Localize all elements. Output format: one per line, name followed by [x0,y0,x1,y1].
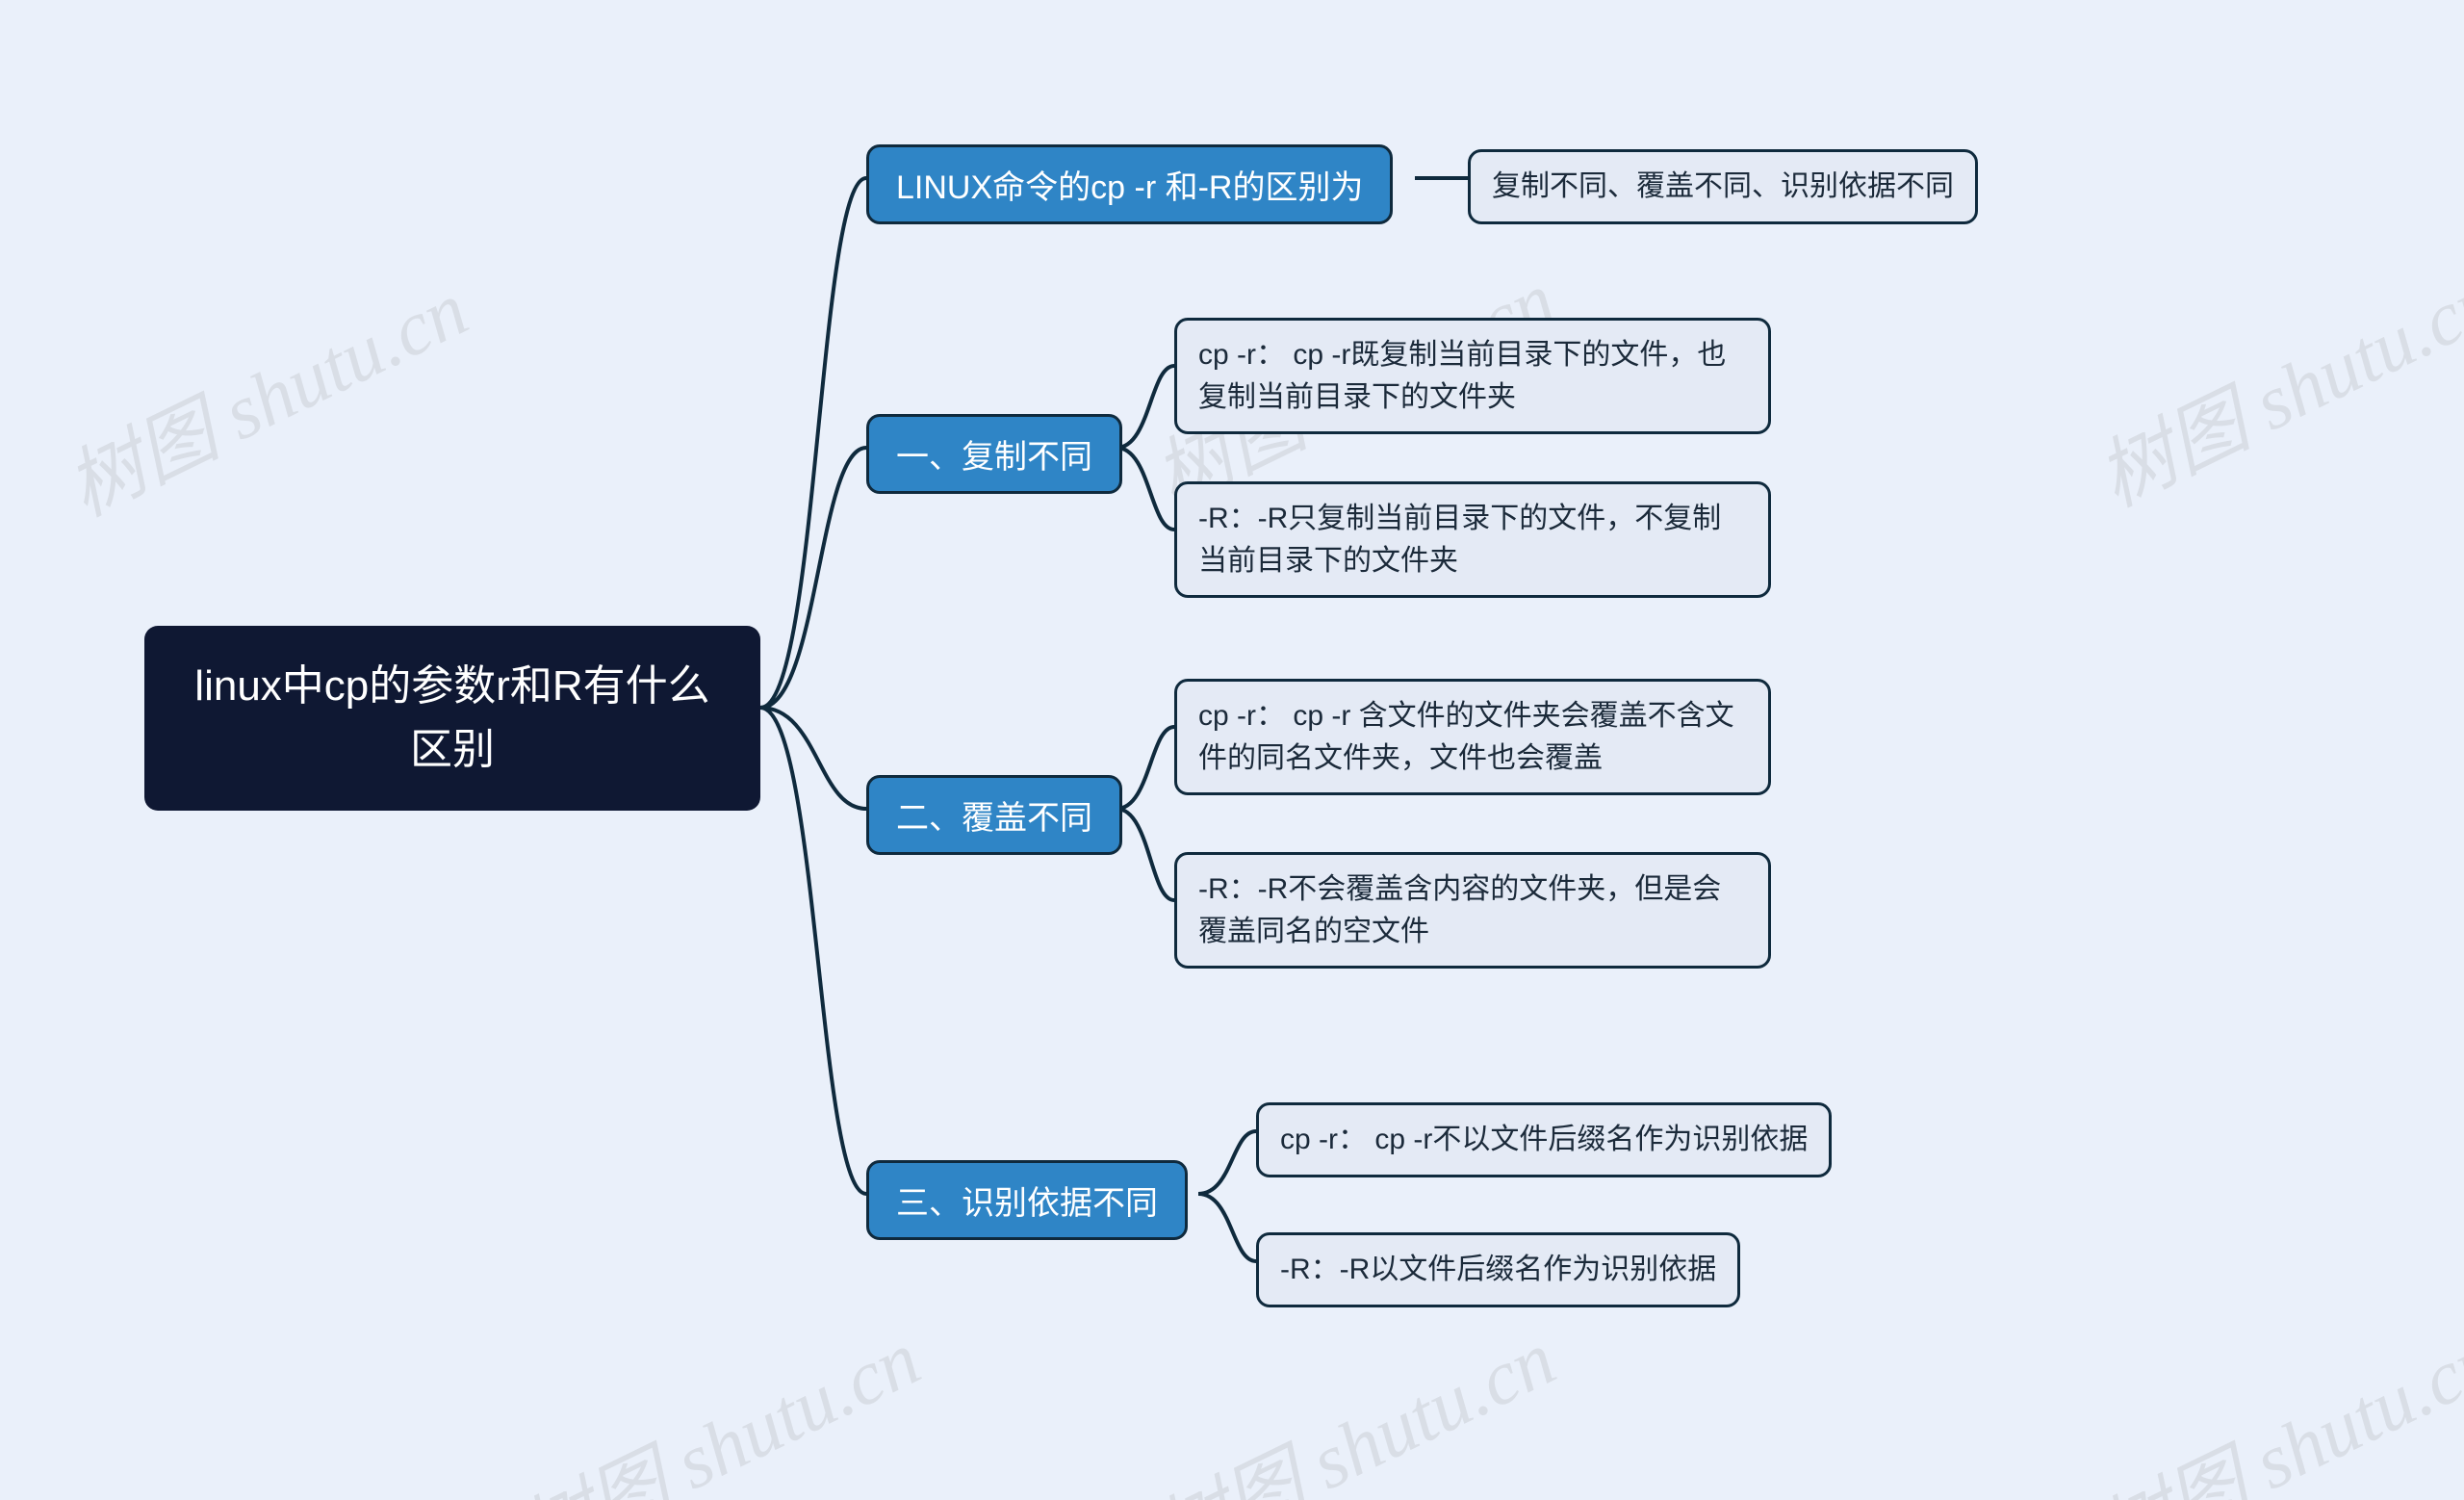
leaf-text: -R：-R以文件后缀名作为识别依据 [1280,1254,1716,1285]
watermark: 树图 shutu.cn [2076,1297,2464,1500]
leaf-text: cp -r： cp -r既复制当前目录下的文件，也复制当前目录下的文件夹 [1198,339,1726,413]
branch-node-1[interactable]: 一、复制不同 [866,414,1122,494]
branch-node-2[interactable]: 二、覆盖不同 [866,775,1122,855]
leaf-node-2-1[interactable]: -R：-R不会覆盖含内容的文件夹，但是会覆盖同名的空文件 [1174,852,1771,969]
leaf-node-3-1[interactable]: -R：-R以文件后缀名作为识别依据 [1256,1232,1740,1307]
leaf-node-1-0[interactable]: cp -r： cp -r既复制当前目录下的文件，也复制当前目录下的文件夹 [1174,318,1771,434]
branch-label: LINUX命令的cp -r 和-R的区别为 [896,169,1363,206]
watermark: 树图 shutu.cn [498,1297,935,1500]
leaf-text: 复制不同、覆盖不同、识别依据不同 [1492,170,1954,202]
branch-label: 一、复制不同 [896,439,1092,476]
branch-node-0[interactable]: LINUX命令的cp -r 和-R的区别为 [866,144,1393,224]
watermark: 树图 shutu.cn [45,247,482,537]
root-title: linux中cp的参数r和R有什么区别 [194,662,709,773]
leaf-node-0-0[interactable]: 复制不同、覆盖不同、识别依据不同 [1468,149,1978,224]
leaf-node-1-1[interactable]: -R：-R只复制当前目录下的文件，不复制当前目录下的文件夹 [1174,481,1771,598]
leaf-node-3-0[interactable]: cp -r： cp -r不以文件后缀名作为识别依据 [1256,1102,1832,1177]
leaf-node-2-0[interactable]: cp -r： cp -r 含文件的文件夹会覆盖不含文件的同名文件夹，文件也会覆盖 [1174,679,1771,795]
leaf-text: -R：-R只复制当前目录下的文件，不复制当前目录下的文件夹 [1198,503,1721,577]
branch-label: 三、识别依据不同 [896,1185,1158,1222]
branch-label: 二、覆盖不同 [896,800,1092,837]
watermark: 树图 shutu.cn [1133,1297,1570,1500]
branch-node-3[interactable]: 三、识别依据不同 [866,1160,1188,1240]
watermark: 树图 shutu.cn [2076,238,2464,528]
leaf-text: cp -r： cp -r不以文件后缀名作为识别依据 [1280,1124,1808,1155]
leaf-text: -R：-R不会覆盖含内容的文件夹，但是会覆盖同名的空文件 [1198,873,1721,947]
mindmap-root[interactable]: linux中cp的参数r和R有什么区别 [144,626,760,811]
leaf-text: cp -r： cp -r 含文件的文件夹会覆盖不含文件的同名文件夹，文件也会覆盖 [1198,700,1734,774]
